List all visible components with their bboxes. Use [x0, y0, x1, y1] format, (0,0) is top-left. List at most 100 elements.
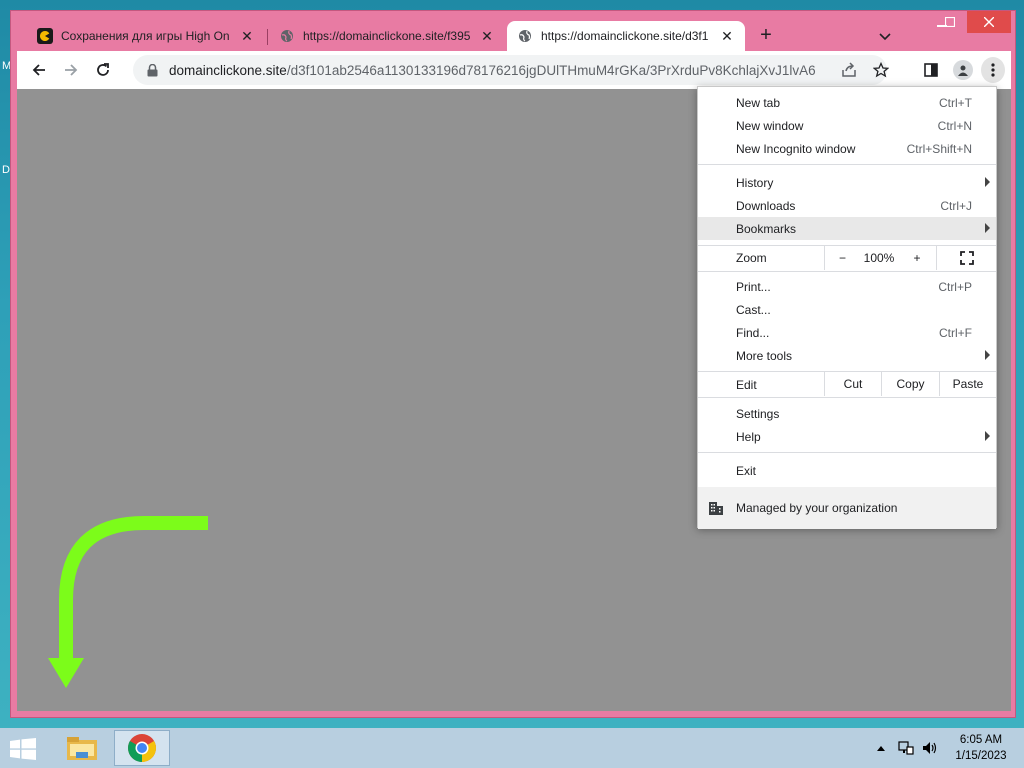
edit-row: Edit Cut Copy Paste: [698, 372, 996, 396]
forward-arrow-icon[interactable]: [59, 58, 83, 82]
menu-label: More tools: [736, 348, 793, 363]
tab-1[interactable]: Сохранения для игры High On L ✕: [27, 21, 265, 51]
submenu-arrow-icon: [985, 177, 990, 187]
windows-start-icon[interactable]: [8, 736, 38, 762]
menu-label: Exit: [736, 463, 757, 478]
zoom-out-button[interactable]: −: [824, 246, 860, 270]
menu-label: New window: [736, 118, 804, 133]
three-dots-menu-icon[interactable]: [981, 57, 1005, 83]
curved-arrow-icon: [48, 516, 208, 688]
menu-item-help[interactable]: Help: [698, 425, 996, 448]
submenu-arrow-icon: [985, 431, 990, 441]
menu-shortcut: Ctrl+F: [939, 325, 972, 340]
menu-item-history[interactable]: History: [698, 171, 996, 194]
menu-label: History: [736, 175, 774, 190]
url-text[interactable]: domainclickone.site/d3f101ab2546a1130133…: [169, 63, 829, 78]
submenu-arrow-icon: [985, 223, 990, 233]
toolbar: domainclickone.site/d3f101ab2546a1130133…: [17, 51, 1011, 89]
menu-item-print[interactable]: Print... Ctrl+P: [698, 275, 996, 298]
menu-label: Downloads: [736, 198, 796, 213]
taskbar: 6:05 AM 1/15/2023: [0, 728, 1024, 768]
menu-item-downloads[interactable]: Downloads Ctrl+J: [698, 194, 996, 217]
bookmark-star-icon[interactable]: [871, 60, 891, 80]
maximize-icon[interactable]: [933, 11, 967, 33]
share-icon[interactable]: [839, 60, 859, 80]
tab-2-close-icon[interactable]: ✕: [479, 28, 495, 44]
menu-label: New tab: [736, 95, 781, 110]
chrome-menu-button[interactable]: [981, 57, 1005, 83]
tab-2-title: https://domainclickone.site/f395: [303, 29, 471, 43]
tab-2[interactable]: https://domainclickone.site/f395 ✕: [269, 21, 505, 51]
menu-label: New Incognito window: [736, 141, 856, 156]
clock-time: 6:05 AM: [959, 734, 1003, 746]
menu-shortcut: Ctrl+T: [939, 95, 972, 110]
menu-item-new-tab[interactable]: New tab Ctrl+T: [698, 91, 996, 114]
fullscreen-icon[interactable]: [936, 246, 996, 270]
zoom-label: Zoom: [736, 251, 767, 265]
menu-shortcut: Ctrl+P: [938, 279, 972, 294]
pacman-icon: [37, 28, 53, 44]
menu-item-new-window[interactable]: New window Ctrl+N: [698, 114, 996, 137]
url-path: /d3f101ab2546a1130133196d78176216jgDUlTH…: [286, 62, 816, 78]
tab-1-close-icon[interactable]: ✕: [239, 28, 255, 44]
globe-icon: [517, 28, 533, 44]
menu-item-bookmarks[interactable]: Bookmarks: [698, 217, 996, 240]
back-arrow-icon[interactable]: [27, 58, 51, 82]
managed-label: Managed by your organization: [736, 501, 898, 515]
globe-icon: [279, 28, 295, 44]
menu-shortcut: Ctrl+N: [937, 118, 972, 133]
new-tab-button[interactable]: +: [755, 25, 777, 47]
profile-avatar-icon[interactable]: [951, 58, 975, 82]
reload-icon[interactable]: [91, 58, 115, 82]
menu-item-exit[interactable]: Exit: [698, 459, 996, 482]
paste-button[interactable]: Paste: [939, 372, 996, 396]
copy-button[interactable]: Copy: [881, 372, 939, 396]
menu-label: Settings: [736, 406, 780, 421]
menu-label: Bookmarks: [736, 221, 797, 236]
menu-divider: [698, 271, 996, 272]
menu-divider: [698, 397, 996, 398]
tab-1-title: Сохранения для игры High On L: [61, 29, 233, 43]
zoom-row: Zoom − 100% +: [698, 246, 996, 270]
tab-separator: [267, 29, 268, 45]
zoom-in-button[interactable]: +: [898, 246, 936, 270]
tab-strip: Сохранения для игры High On L ✕ https://…: [11, 11, 1015, 51]
edit-label: Edit: [736, 378, 757, 392]
lock-icon[interactable]: [145, 63, 159, 77]
tab-search-chevron-icon[interactable]: [875, 27, 895, 47]
file-explorer-icon[interactable]: [54, 730, 110, 766]
submenu-arrow-icon: [985, 350, 990, 360]
menu-item-more-tools[interactable]: More tools: [698, 344, 996, 367]
zoom-level: 100%: [863, 251, 895, 265]
chrome-main-menu: New tab Ctrl+T New window Ctrl+N New Inc…: [697, 86, 997, 529]
side-panel-icon[interactable]: [919, 58, 943, 82]
volume-icon[interactable]: [920, 738, 940, 758]
address-bar[interactable]: domainclickone.site/d3f101ab2546a1130133…: [133, 55, 889, 85]
menu-item-new-incognito-window[interactable]: New Incognito window Ctrl+Shift+N: [698, 137, 996, 160]
menu-divider: [698, 164, 996, 165]
system-clock[interactable]: 6:05 AM 1/15/2023: [944, 732, 1018, 764]
menu-shortcut: Ctrl+Shift+N: [906, 141, 972, 156]
url-host: domainclickone.site: [169, 62, 287, 78]
tab-3-title: https://domainclickone.site/d3f1: [541, 29, 709, 43]
menu-label: Cast...: [736, 302, 771, 317]
menu-item-find[interactable]: Find... Ctrl+F: [698, 321, 996, 344]
network-icon[interactable]: [896, 738, 916, 758]
menu-item-cast[interactable]: Cast...: [698, 298, 996, 321]
clock-date: 1/15/2023: [955, 750, 1007, 762]
building-icon: [708, 500, 724, 516]
close-window-icon[interactable]: [967, 11, 1011, 33]
tab-3-active[interactable]: https://domainclickone.site/d3f1 ✕: [507, 21, 745, 51]
cut-button[interactable]: Cut: [824, 372, 881, 396]
menu-label: Find...: [736, 325, 770, 340]
menu-label: Print...: [736, 279, 771, 294]
tab-3-close-icon[interactable]: ✕: [719, 28, 735, 44]
managed-by-organization[interactable]: Managed by your organization: [698, 487, 996, 529]
menu-label: Help: [736, 429, 761, 444]
show-hidden-icons-chevron[interactable]: [874, 738, 888, 758]
menu-item-settings[interactable]: Settings: [698, 402, 996, 425]
menu-shortcut: Ctrl+J: [940, 198, 972, 213]
chrome-taskbar-icon[interactable]: [114, 730, 170, 766]
desktop-label-d: D: [2, 164, 10, 176]
menu-divider: [698, 452, 996, 453]
